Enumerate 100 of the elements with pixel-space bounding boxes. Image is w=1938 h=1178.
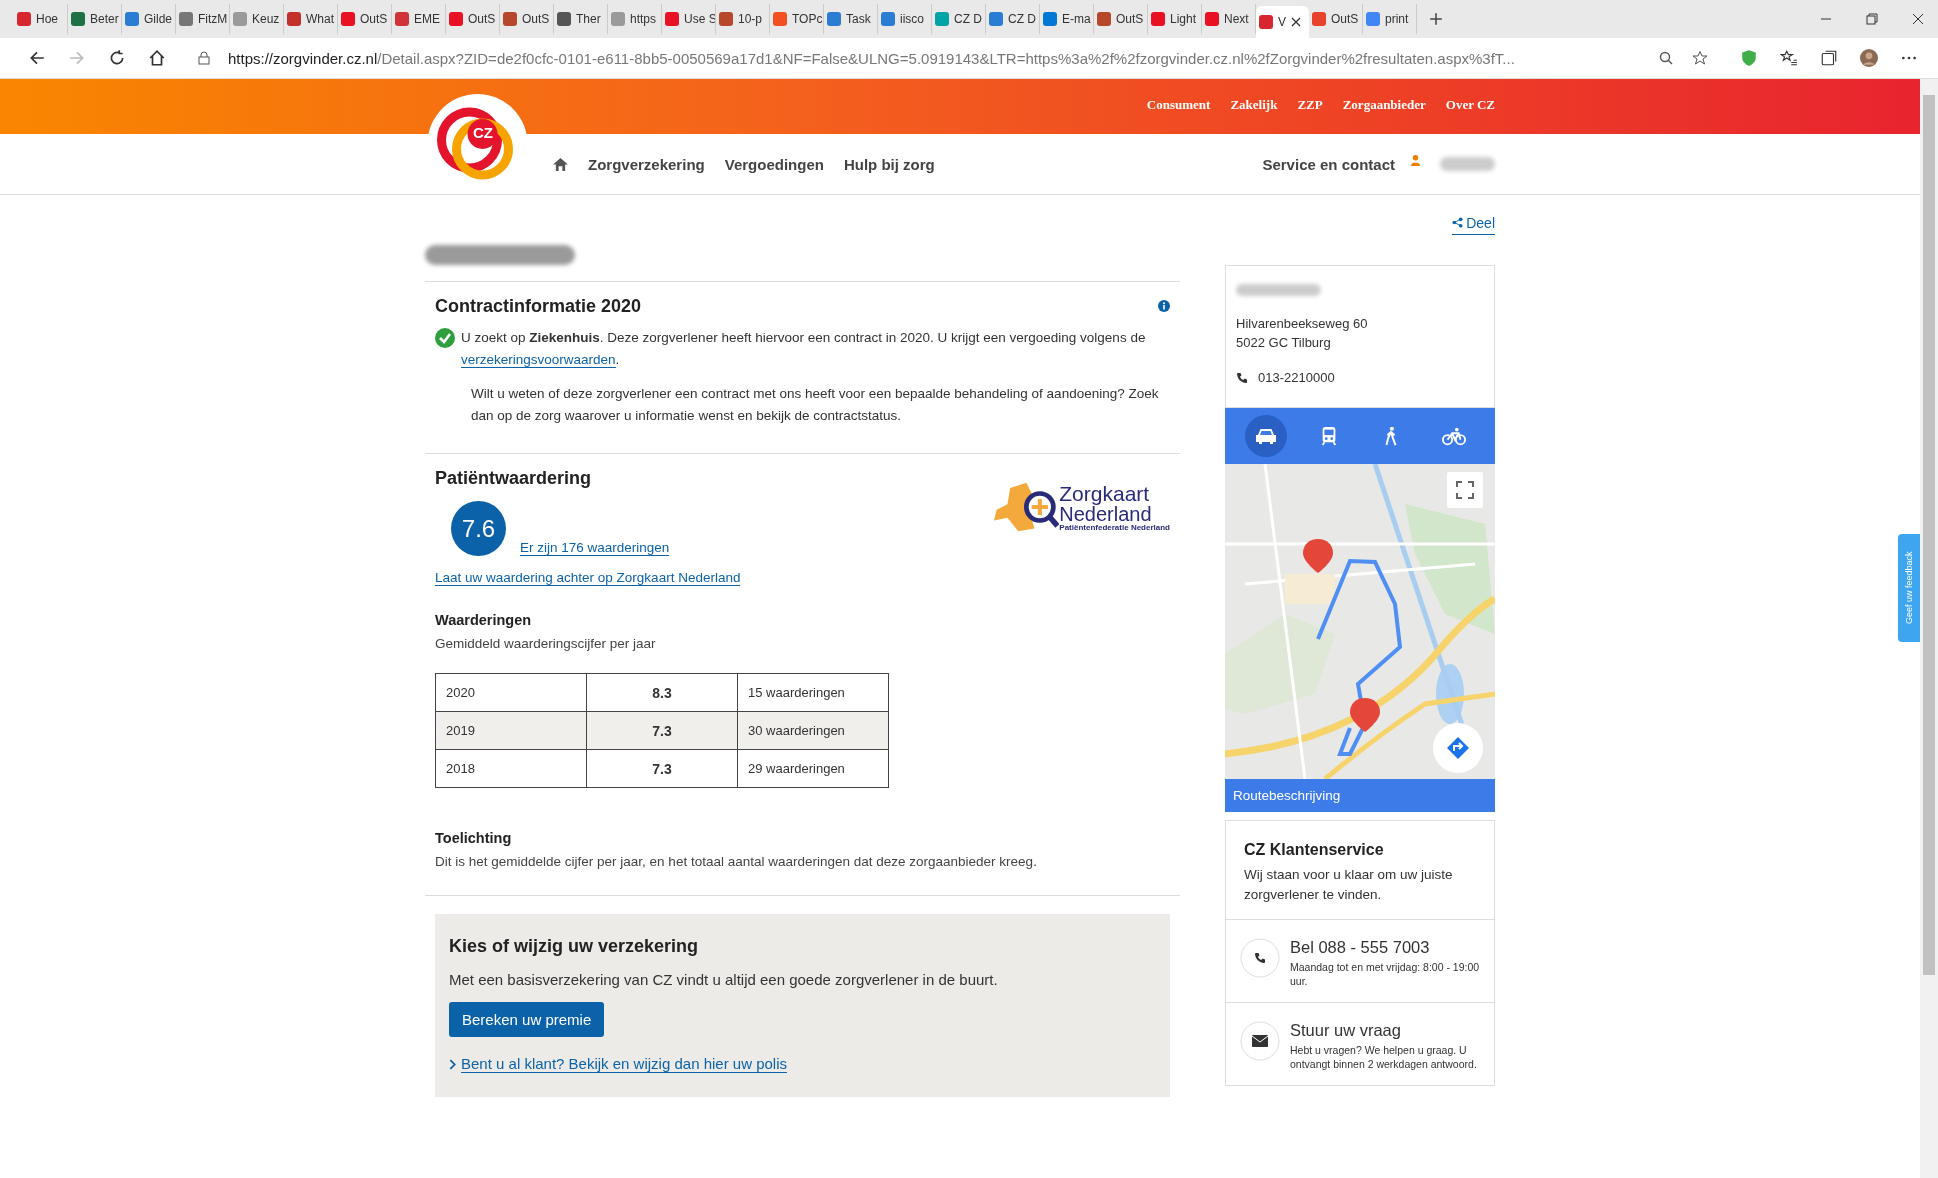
browser-tab[interactable]: Light (1148, 4, 1202, 34)
review-link[interactable]: Laat uw waardering achter op Zorgkaart Nederland (435, 570, 741, 586)
browser-tab[interactable]: OutS (1094, 4, 1148, 34)
avatar-icon[interactable] (1860, 49, 1878, 67)
top-nav-link[interactable]: Zorgaanbieder (1342, 97, 1426, 113)
browser-tab[interactable]: OutS (500, 4, 554, 34)
scrollbar[interactable] (1920, 79, 1938, 1178)
nav-link[interactable]: Hulp bij zorg (843, 155, 935, 173)
browser-tab[interactable]: CZ D (932, 4, 986, 34)
score-cell: 7.3 (586, 711, 738, 750)
top-nav-link[interactable]: ZZP (1297, 97, 1323, 113)
home-icon[interactable] (148, 49, 166, 67)
policy-link[interactable]: Bent u al klant? Bekijk en wijzig dan hier uw polis (461, 1055, 787, 1073)
browser-tab[interactable]: iisco (878, 4, 932, 34)
year-cell: 2020 (435, 673, 587, 712)
count-cell: 30 waarderingen (737, 711, 889, 750)
browser-tab[interactable]: Hoe (14, 4, 68, 34)
zorgkaart-logo[interactable]: Zorgkaart Nederland Patiëntenfederatie Nederland (991, 480, 1170, 534)
calculate-button[interactable]: Bereken uw premie (449, 1002, 605, 1037)
conditions-link[interactable]: verzekeringsvoorwaarden (461, 352, 616, 368)
city-text: 5022 GC Tilburg (1236, 335, 1332, 350)
back-icon[interactable] (28, 49, 46, 67)
browser-tab[interactable]: V (1256, 6, 1309, 38)
contact-text: Hebt u vragen? We helpen u graag. U ontvangt binnen 2 werkdagen antwoord. (1290, 1043, 1478, 1071)
service-link[interactable]: Service en contact (1262, 155, 1395, 173)
bicycle-icon (1441, 426, 1466, 446)
service-title: CZ Klantenservice (1244, 841, 1385, 859)
browser-tab[interactable]: Beter (68, 4, 122, 34)
note-text: Dit is het gemiddelde cijfer per jaar, en het totaal aantal waarderingen dat deze zorgaanbieder kreeg. (435, 854, 1038, 869)
check-icon (435, 328, 455, 348)
chevron-icon (449, 1058, 456, 1070)
year-cell: 2019 (435, 711, 587, 750)
service-text: Wij staan voor u klaar om uw juiste zorgverlener te vinden. (1244, 866, 1454, 904)
car-icon (1254, 426, 1279, 446)
address-field[interactable]: https://zorgvinder.cz.nl/Detail.aspx?ZID=de2f0cfc-0101-e611-8bb5-0050569a17d1&NF=False&ULNG=5.0919143&LTR=https%3a%2f%2fzorgvinder.cz.nl%2fZorgvinder%2fresultaten.aspx%3fT... (188, 43, 1718, 73)
top-nav-link[interactable]: Consument (1146, 97, 1211, 113)
count-cell: 29 waarderingen (737, 749, 889, 788)
share-icon (1452, 217, 1464, 228)
table-subtitle: Gemiddeld waarderingscijfer per jaar (435, 636, 657, 651)
collections-icon[interactable] (1820, 49, 1838, 67)
browser-tab[interactable]: CZ D (986, 4, 1040, 34)
favorites-icon[interactable] (1780, 49, 1798, 67)
star-icon[interactable] (1692, 50, 1708, 66)
reload-icon[interactable] (108, 49, 126, 67)
browser-tab[interactable]: https (608, 4, 662, 34)
browser-tab[interactable]: E-ma (1040, 4, 1094, 34)
browser-tab[interactable]: What (284, 4, 338, 34)
user-icon[interactable] (1411, 154, 1420, 166)
close-icon[interactable] (1912, 13, 1924, 25)
browser-tab[interactable]: 10-p (716, 4, 770, 34)
top-nav-link[interactable]: Over CZ (1445, 97, 1495, 113)
section-title: Patiëntwaardering (435, 468, 593, 489)
contact-title: Stuur uw vraag (1290, 1021, 1402, 1040)
contact-title: Bel 088 - 555 7003 (1290, 938, 1431, 957)
browser-tab[interactable]: Keuz (230, 4, 284, 34)
browser-tab[interactable]: OutS (446, 4, 500, 34)
plus-icon[interactable] (1429, 12, 1443, 26)
top-nav-link[interactable]: Zakelijk (1230, 97, 1278, 113)
contact-text: Maandag tot en met vrijdag: 8:00 - 19:00 uur. (1290, 960, 1481, 988)
note-title: Toelichting (435, 830, 513, 846)
restore-icon[interactable] (1866, 13, 1878, 25)
contract-text: U zoekt op Ziekenhuis. Deze zorgverlener heeft hiervoor een contract in 2020. U krijgt een vergoeding volgens de verzekeringsvoorwaarden. (461, 329, 1147, 370)
table-title: Waarderingen (435, 612, 533, 628)
browser-tab[interactable]: OutS (338, 4, 392, 34)
contact-card[interactable]: Bel 088 - 555 7003 Maandag tot en met vrijdag: 8:00 - 19:00 uur. (1225, 920, 1495, 1003)
browser-tab[interactable]: print (1363, 4, 1417, 34)
contact-card[interactable]: Stuur uw vraag Hebt u vragen? We helpen u graag. U ontvangt binnen 2 werkdagen antwoord. (1225, 1003, 1495, 1086)
nav-link[interactable]: Vergoedingen (724, 155, 824, 173)
browser-tab[interactable]: Ther (554, 4, 608, 34)
phone-icon (1236, 371, 1248, 384)
browser-tab[interactable]: EME (392, 4, 446, 34)
browser-tab[interactable]: Next (1202, 4, 1256, 34)
close-icon[interactable] (1291, 17, 1301, 27)
phone-text: 013-2210000 (1258, 370, 1335, 385)
promo-text: Met een basisverzekering van CZ vindt u altijd een goede zorgverlener in de buurt. (449, 971, 999, 988)
section-title: Contractinformatie 2020 (435, 296, 642, 317)
browser-tab[interactable]: OutS (1309, 4, 1363, 34)
route-bar[interactable]: Routebeschrijving (1225, 779, 1495, 812)
lock-icon (198, 51, 210, 65)
share-link[interactable]: Deel (1452, 211, 1495, 235)
year-cell: 2018 (435, 749, 587, 788)
shield-icon[interactable] (1740, 49, 1758, 67)
contract-note: Wilt u weten of deze zorgverlener een contract met ons heeft voor een bepaalde behandeling of aandoening? Zoek dan op de zorg waarover u informatie wenst en bekijk de contractstatus. (471, 385, 1160, 425)
browser-tab[interactable]: Gilde (122, 4, 176, 34)
browser-tab[interactable]: Task (824, 4, 878, 34)
score-badge: 7.6 (451, 501, 506, 556)
nav-link[interactable]: Zorgverzekering (588, 155, 705, 173)
envelope-icon (1240, 1021, 1280, 1061)
blurred-text (1440, 157, 1495, 171)
score-cell: 8.3 (586, 673, 738, 712)
browser-tab[interactable]: TOPc (770, 4, 824, 34)
car-mode-tab[interactable] (1245, 415, 1288, 457)
zoom-icon[interactable] (1658, 50, 1674, 66)
count-cell: 15 waarderingen (737, 673, 889, 712)
reviews-link[interactable]: Er zijn 176 waarderingen (520, 540, 670, 556)
browser-tab[interactable]: FitzM (176, 4, 230, 34)
directions-icon[interactable] (1433, 723, 1483, 773)
home-icon[interactable] (553, 157, 568, 171)
info-icon[interactable] (1158, 300, 1170, 312)
fullscreen-icon[interactable] (1447, 472, 1483, 508)
